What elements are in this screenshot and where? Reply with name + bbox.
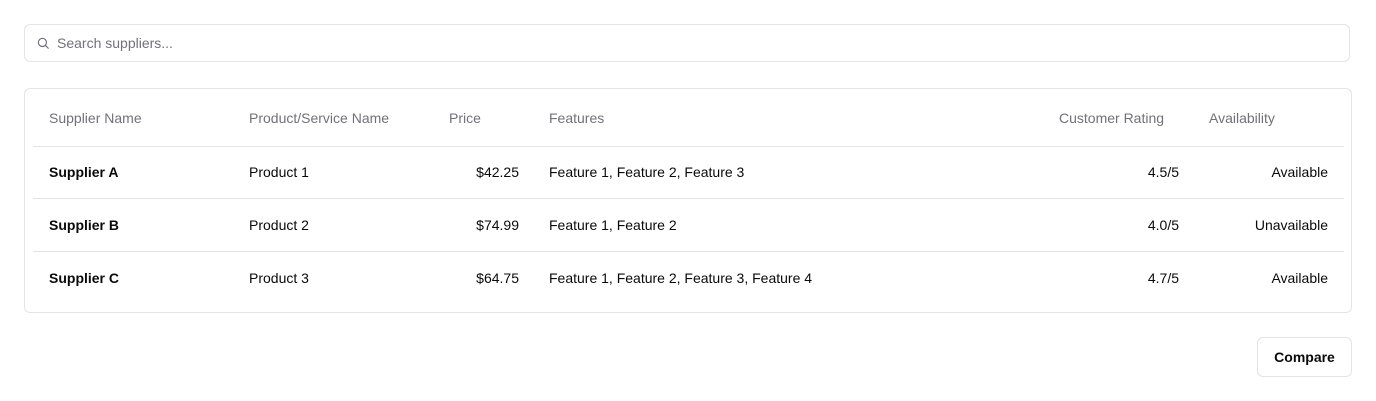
product-name-cell: Product 2: [249, 217, 309, 233]
availability-cell: Available: [1271, 270, 1328, 286]
price-cell: $42.25: [476, 164, 519, 180]
search-input[interactable]: [57, 25, 1337, 61]
column-header-availability[interactable]: Availability: [1209, 89, 1275, 146]
product-name-cell: Product 3: [249, 270, 309, 286]
search-bar[interactable]: [24, 24, 1350, 62]
column-header-price[interactable]: Price: [449, 89, 481, 146]
search-icon: [37, 37, 49, 49]
features-cell: Feature 1, Feature 2: [549, 217, 677, 233]
supplier-name-cell: Supplier B: [49, 217, 120, 233]
column-header-product-service-name[interactable]: Product/Service Name: [249, 89, 389, 146]
price-cell: $74.99: [476, 217, 519, 233]
rating-cell: 4.7/5: [1147, 270, 1179, 286]
availability-cell: Available: [1271, 164, 1328, 180]
column-header-customer-rating[interactable]: Customer Rating: [1059, 89, 1164, 146]
supplier-name-cell: Supplier A: [49, 164, 119, 180]
suppliers-table: Supplier Name Product/Service Name Price…: [24, 88, 1352, 313]
table-row[interactable]: Supplier A Product 1 $42.25 Feature 1, F…: [33, 146, 1344, 199]
compare-button[interactable]: Compare: [1257, 337, 1352, 377]
price-cell: $64.75: [476, 270, 519, 286]
features-cell: Feature 1, Feature 2, Feature 3: [549, 164, 745, 180]
supplier-comparison-page: Supplier Name Product/Service Name Price…: [0, 0, 1376, 401]
rating-cell: 4.5/5: [1147, 164, 1179, 180]
table-row[interactable]: Supplier B Product 2 $74.99 Feature 1, F…: [33, 199, 1344, 252]
column-header-features[interactable]: Features: [549, 89, 604, 146]
column-header-supplier-name[interactable]: Supplier Name: [49, 89, 142, 146]
table-row[interactable]: Supplier C Product 3 $64.75 Feature 1, F…: [33, 252, 1344, 304]
product-name-cell: Product 1: [249, 164, 309, 180]
rating-cell: 4.0/5: [1147, 217, 1179, 233]
availability-cell: Unavailable: [1254, 217, 1328, 233]
supplier-name-cell: Supplier C: [49, 270, 120, 286]
features-cell: Feature 1, Feature 2, Feature 3, Feature…: [549, 270, 813, 286]
table-header-row: Supplier Name Product/Service Name Price…: [33, 89, 1344, 147]
